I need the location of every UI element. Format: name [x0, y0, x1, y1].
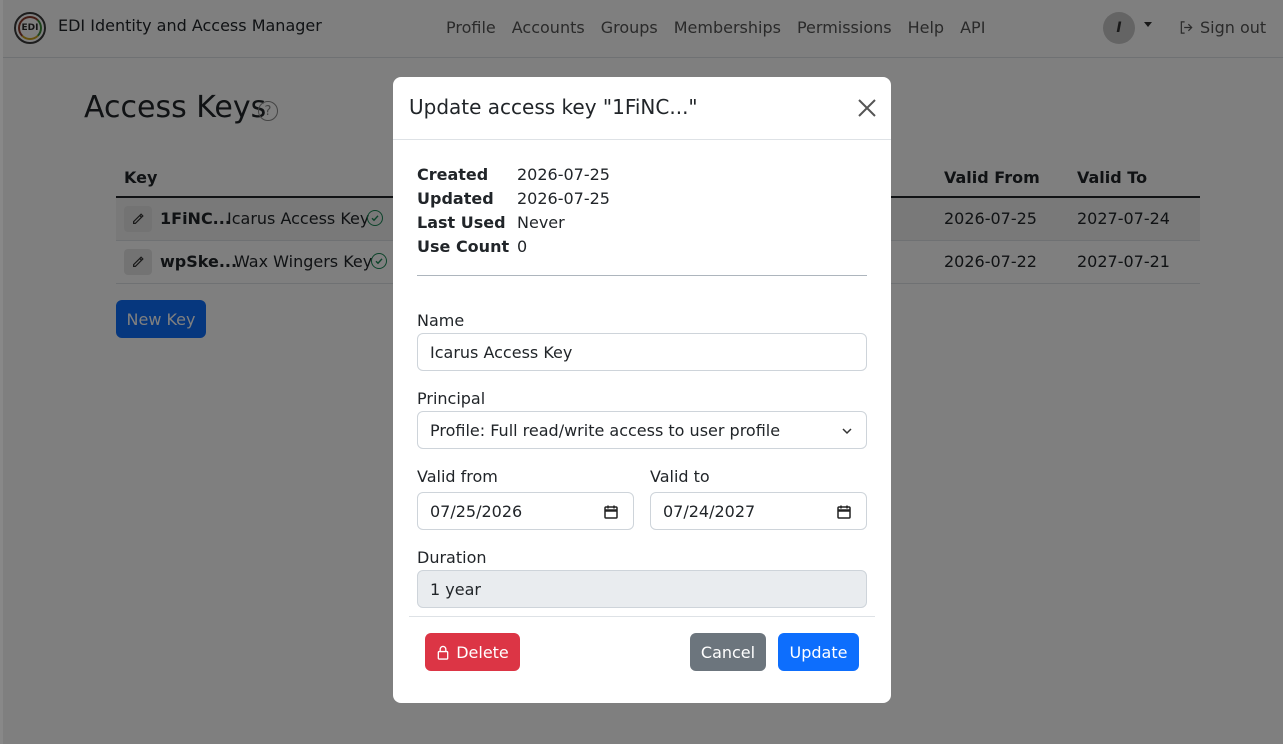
lock-icon: [437, 645, 449, 660]
valid-from-value: 07/25/2026: [430, 501, 523, 521]
name-label: Name: [417, 311, 465, 330]
valid-to-value: 07/24/2027: [663, 501, 756, 521]
cancel-button[interactable]: Cancel: [690, 633, 766, 671]
calendar-icon[interactable]: [603, 504, 619, 520]
update-button[interactable]: Update: [778, 633, 859, 671]
close-icon[interactable]: [856, 97, 878, 119]
modal-title: Update access key "1FiNC...": [409, 95, 698, 119]
delete-label: Delete: [456, 642, 509, 662]
meta-value: 2026-07-25: [517, 165, 610, 184]
duration-field: 1 year: [417, 570, 867, 608]
duration-label: Duration: [417, 548, 487, 567]
meta-label: Use Count: [417, 237, 510, 256]
principal-select-value: Profile: Full read/write access to user …: [430, 420, 781, 440]
duration-value: 1 year: [430, 579, 481, 599]
meta-label: Created: [417, 165, 489, 184]
update-key-dialog: Update access key "1FiNC..." Created 202…: [393, 77, 891, 703]
valid-to-input[interactable]: 07/24/2027: [650, 492, 867, 530]
modal-header: Update access key "1FiNC...": [393, 77, 891, 140]
valid-from-input[interactable]: 07/25/2026: [417, 492, 634, 530]
valid-to-label: Valid to: [650, 467, 710, 486]
modal-footer-divider: [409, 616, 875, 617]
metadata-divider: [417, 275, 867, 276]
principal-label: Principal: [417, 389, 486, 408]
meta-value: Never: [517, 213, 565, 232]
chevron-down-icon: [842, 428, 852, 435]
name-input[interactable]: Icarus Access Key: [417, 333, 867, 371]
valid-from-label: Valid from: [417, 467, 498, 486]
principal-select[interactable]: Profile: Full read/write access to user …: [417, 411, 867, 449]
meta-value: 2026-07-25: [517, 189, 610, 208]
name-input-value: Icarus Access Key: [430, 342, 573, 362]
meta-label: Updated: [417, 189, 494, 208]
delete-button[interactable]: Delete: [425, 633, 520, 671]
meta-value: 0: [517, 237, 528, 256]
meta-label: Last Used: [417, 213, 506, 232]
calendar-icon[interactable]: [836, 504, 852, 520]
